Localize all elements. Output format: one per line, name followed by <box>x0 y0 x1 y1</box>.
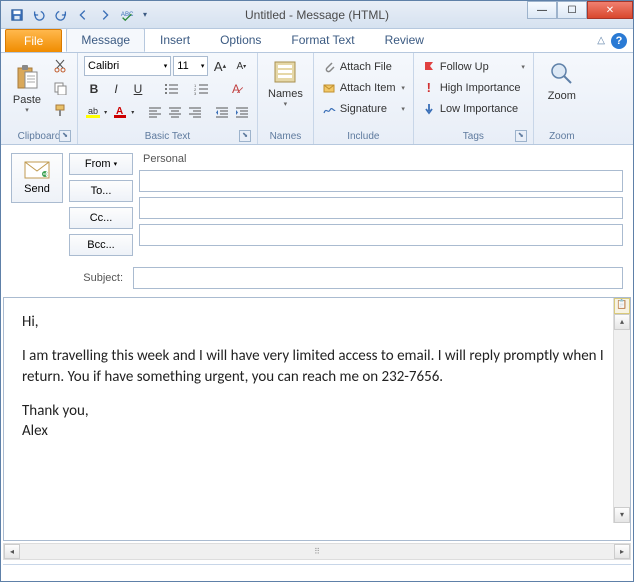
tab-review[interactable]: Review <box>370 28 439 52</box>
cc-button[interactable]: Cc... <box>69 207 133 229</box>
align-right-icon[interactable] <box>186 102 204 122</box>
high-importance-button[interactable]: !High Importance <box>420 77 527 98</box>
group-names: Names ▾ Names <box>258 53 314 144</box>
format-painter-icon[interactable] <box>49 100 71 120</box>
paste-options-icon[interactable]: 📋 <box>614 298 630 314</box>
align-left-icon[interactable] <box>146 102 164 122</box>
window-controls: — ☐ ✕ <box>527 1 633 19</box>
highlight-icon[interactable]: ab▾ <box>84 102 109 122</box>
subject-field[interactable] <box>133 267 623 289</box>
attach-file-button[interactable]: Attach File <box>320 56 407 77</box>
group-label-names: Names <box>264 129 307 144</box>
increase-indent-icon[interactable] <box>233 102 251 122</box>
svg-text:3: 3 <box>194 91 197 95</box>
maximize-button[interactable]: ☐ <box>557 1 587 19</box>
send-button[interactable]: Send <box>11 153 63 203</box>
group-tags: Follow Up▾ !High Importance Low Importan… <box>414 53 534 144</box>
tab-insert[interactable]: Insert <box>145 28 205 52</box>
zoom-button[interactable]: Zoom <box>540 56 584 106</box>
scroll-down-icon[interactable]: ▾ <box>614 507 630 523</box>
decrease-indent-icon[interactable] <box>213 102 231 122</box>
horizontal-scrollbar[interactable]: ◂ ⠿ ▸ <box>3 543 631 560</box>
font-name-select[interactable]: Calibri▾ <box>84 56 171 76</box>
svg-text:ABC: ABC <box>121 10 134 17</box>
tab-message[interactable]: Message <box>66 28 145 52</box>
collapse-ribbon-icon[interactable]: △ <box>597 35 605 46</box>
clipboard-dialog-launcher[interactable]: ⬊ <box>59 130 71 142</box>
italic-button[interactable]: I <box>106 79 126 99</box>
body-greeting: Hi, <box>22 312 612 332</box>
attach-item-button[interactable]: Attach Item▾ <box>320 77 407 98</box>
tab-file[interactable]: File <box>5 29 62 52</box>
cut-icon[interactable] <box>49 56 71 76</box>
group-include: Attach File Attach Item▾ Signature▾ Incl… <box>314 53 414 144</box>
tags-dialog-launcher[interactable]: ⬊ <box>515 130 527 142</box>
redo-icon[interactable] <box>51 5 71 25</box>
copy-icon[interactable] <box>49 78 71 98</box>
ribbon-tabs: File Message Insert Options Format Text … <box>1 29 633 53</box>
quick-access-toolbar: ABC ▾ <box>1 5 151 25</box>
font-color-icon[interactable]: A▾ <box>111 102 136 122</box>
low-importance-button[interactable]: Low Importance <box>420 98 527 119</box>
group-basic-text: Calibri▾ 11▾ A▴ A▾ B I U 123 A̷ ab▾ A▾ <box>78 53 258 144</box>
bcc-button[interactable]: Bcc... <box>69 234 133 256</box>
numbering-icon[interactable]: 123 <box>188 79 216 99</box>
svg-text:ab: ab <box>88 106 98 116</box>
align-center-icon[interactable] <box>166 102 184 122</box>
grow-font-icon[interactable]: A▴ <box>210 56 229 76</box>
names-button[interactable]: Names ▾ <box>264 56 307 110</box>
subject-label: Subject: <box>11 272 127 284</box>
group-clipboard: Paste ▾ Clipboard⬊ <box>1 53 78 144</box>
title-bar: ABC ▾ Untitled - Message (HTML) — ☐ ✕ <box>1 1 633 29</box>
tab-options[interactable]: Options <box>205 28 276 52</box>
undo-icon[interactable] <box>29 5 49 25</box>
scroll-right-icon[interactable]: ▸ <box>614 544 630 559</box>
body-paragraph: I am travelling this week and I will hav… <box>22 346 612 387</box>
scroll-up-icon[interactable]: ▴ <box>614 314 630 330</box>
spellcheck-icon[interactable]: ABC <box>117 5 137 25</box>
cc-field[interactable] <box>139 197 623 219</box>
qat-customize-icon[interactable]: ▾ <box>139 5 151 25</box>
ribbon: Paste ▾ Clipboard⬊ Calibri▾ 11▾ A▴ A▾ B … <box>1 53 633 145</box>
shrink-font-icon[interactable]: A▾ <box>232 56 251 76</box>
font-size-select[interactable]: 11▾ <box>173 56 208 76</box>
tab-format-text[interactable]: Format Text <box>276 28 369 52</box>
bold-button[interactable]: B <box>84 79 104 99</box>
window-title: Untitled - Message (HTML) <box>245 8 389 22</box>
vertical-scrollbar[interactable]: 📋 ▴ ▾ <box>613 298 630 523</box>
group-label-tags: Tags⬊ <box>420 129 527 144</box>
help-icon[interactable]: ? <box>611 33 627 49</box>
to-field[interactable] <box>139 170 623 192</box>
message-body-container: Hi, I am travelling this week and I will… <box>3 297 631 541</box>
save-icon[interactable] <box>7 5 27 25</box>
bcc-field[interactable] <box>139 224 623 246</box>
message-body[interactable]: Hi, I am travelling this week and I will… <box>3 297 631 541</box>
group-label-clipboard: Clipboard⬊ <box>7 129 71 144</box>
paste-button[interactable]: Paste ▾ <box>7 56 47 122</box>
group-label-zoom: Zoom <box>540 129 584 144</box>
next-icon[interactable] <box>95 5 115 25</box>
minimize-button[interactable]: — <box>527 1 557 19</box>
group-label-basic-text: Basic Text⬊ <box>84 129 251 144</box>
from-button[interactable]: From ▾ <box>69 153 133 175</box>
group-label-include: Include <box>320 129 407 144</box>
signature-button[interactable]: Signature▾ <box>320 98 407 119</box>
close-button[interactable]: ✕ <box>587 1 633 19</box>
compose-area: Send From ▾ To... Cc... Bcc... Personal … <box>1 145 633 289</box>
follow-up-button[interactable]: Follow Up▾ <box>420 56 527 77</box>
body-signoff: Thank you,Alex <box>22 401 612 442</box>
bullets-icon[interactable] <box>158 79 186 99</box>
underline-button[interactable]: U <box>128 79 148 99</box>
clear-formatting-icon[interactable]: A̷ <box>226 79 246 99</box>
group-zoom: Zoom Zoom <box>534 53 590 144</box>
previous-icon[interactable] <box>73 5 93 25</box>
scroll-left-icon[interactable]: ◂ <box>4 544 20 559</box>
to-button[interactable]: To... <box>69 180 133 202</box>
footer-separator <box>3 564 631 568</box>
basic-text-dialog-launcher[interactable]: ⬊ <box>239 130 251 142</box>
from-account-label: Personal <box>139 153 186 165</box>
